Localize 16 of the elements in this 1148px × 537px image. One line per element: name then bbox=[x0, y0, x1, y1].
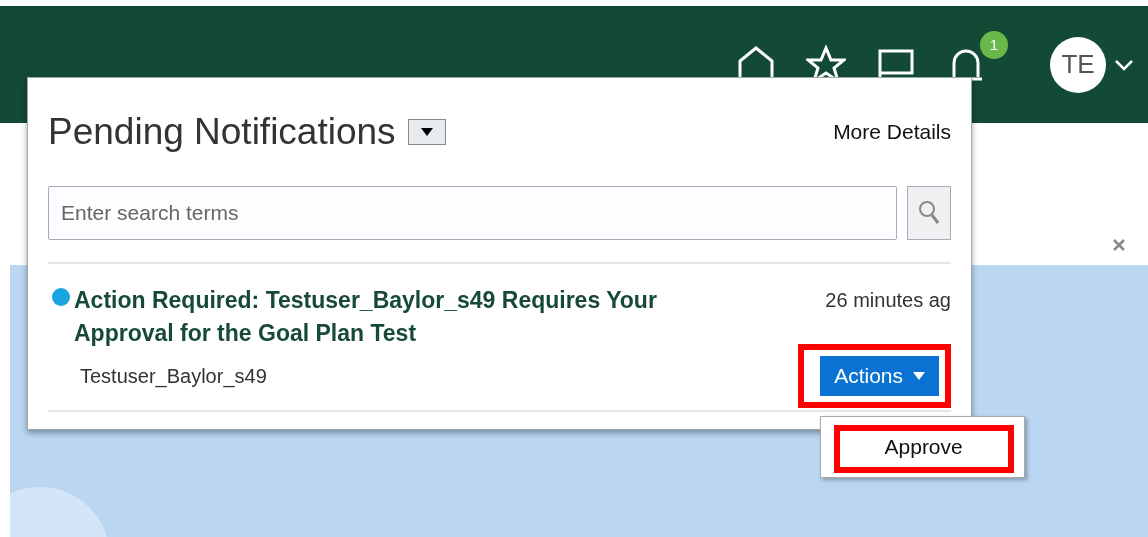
caret-icon bbox=[420, 128, 433, 136]
actions-button[interactable]: Actions bbox=[820, 356, 939, 396]
caret-icon bbox=[913, 372, 925, 380]
notification-count: 1 bbox=[980, 30, 1008, 59]
notification-time: 26 minutes ag bbox=[825, 288, 951, 313]
search-button[interactable] bbox=[907, 186, 951, 240]
menu-item[interactable]: Approve bbox=[884, 435, 963, 458]
close-icon[interactable] bbox=[1112, 238, 1126, 252]
user-avatar[interactable]: TE bbox=[1050, 36, 1106, 93]
notification-title[interactable]: Action Required: Testuser_Baylor_s49 Requires Your Approval for the Goal Plan Test bbox=[74, 284, 734, 350]
dropdown-button[interactable] bbox=[407, 119, 446, 145]
more-details-link[interactable]: More Details bbox=[833, 120, 951, 144]
search-field[interactable]: Enter search terms bbox=[48, 186, 897, 240]
sender-name: Testuser_Baylor_s49 bbox=[80, 364, 267, 388]
popup-title: Pending Notifications bbox=[48, 111, 396, 153]
chevron-down-icon[interactable] bbox=[1114, 58, 1134, 71]
